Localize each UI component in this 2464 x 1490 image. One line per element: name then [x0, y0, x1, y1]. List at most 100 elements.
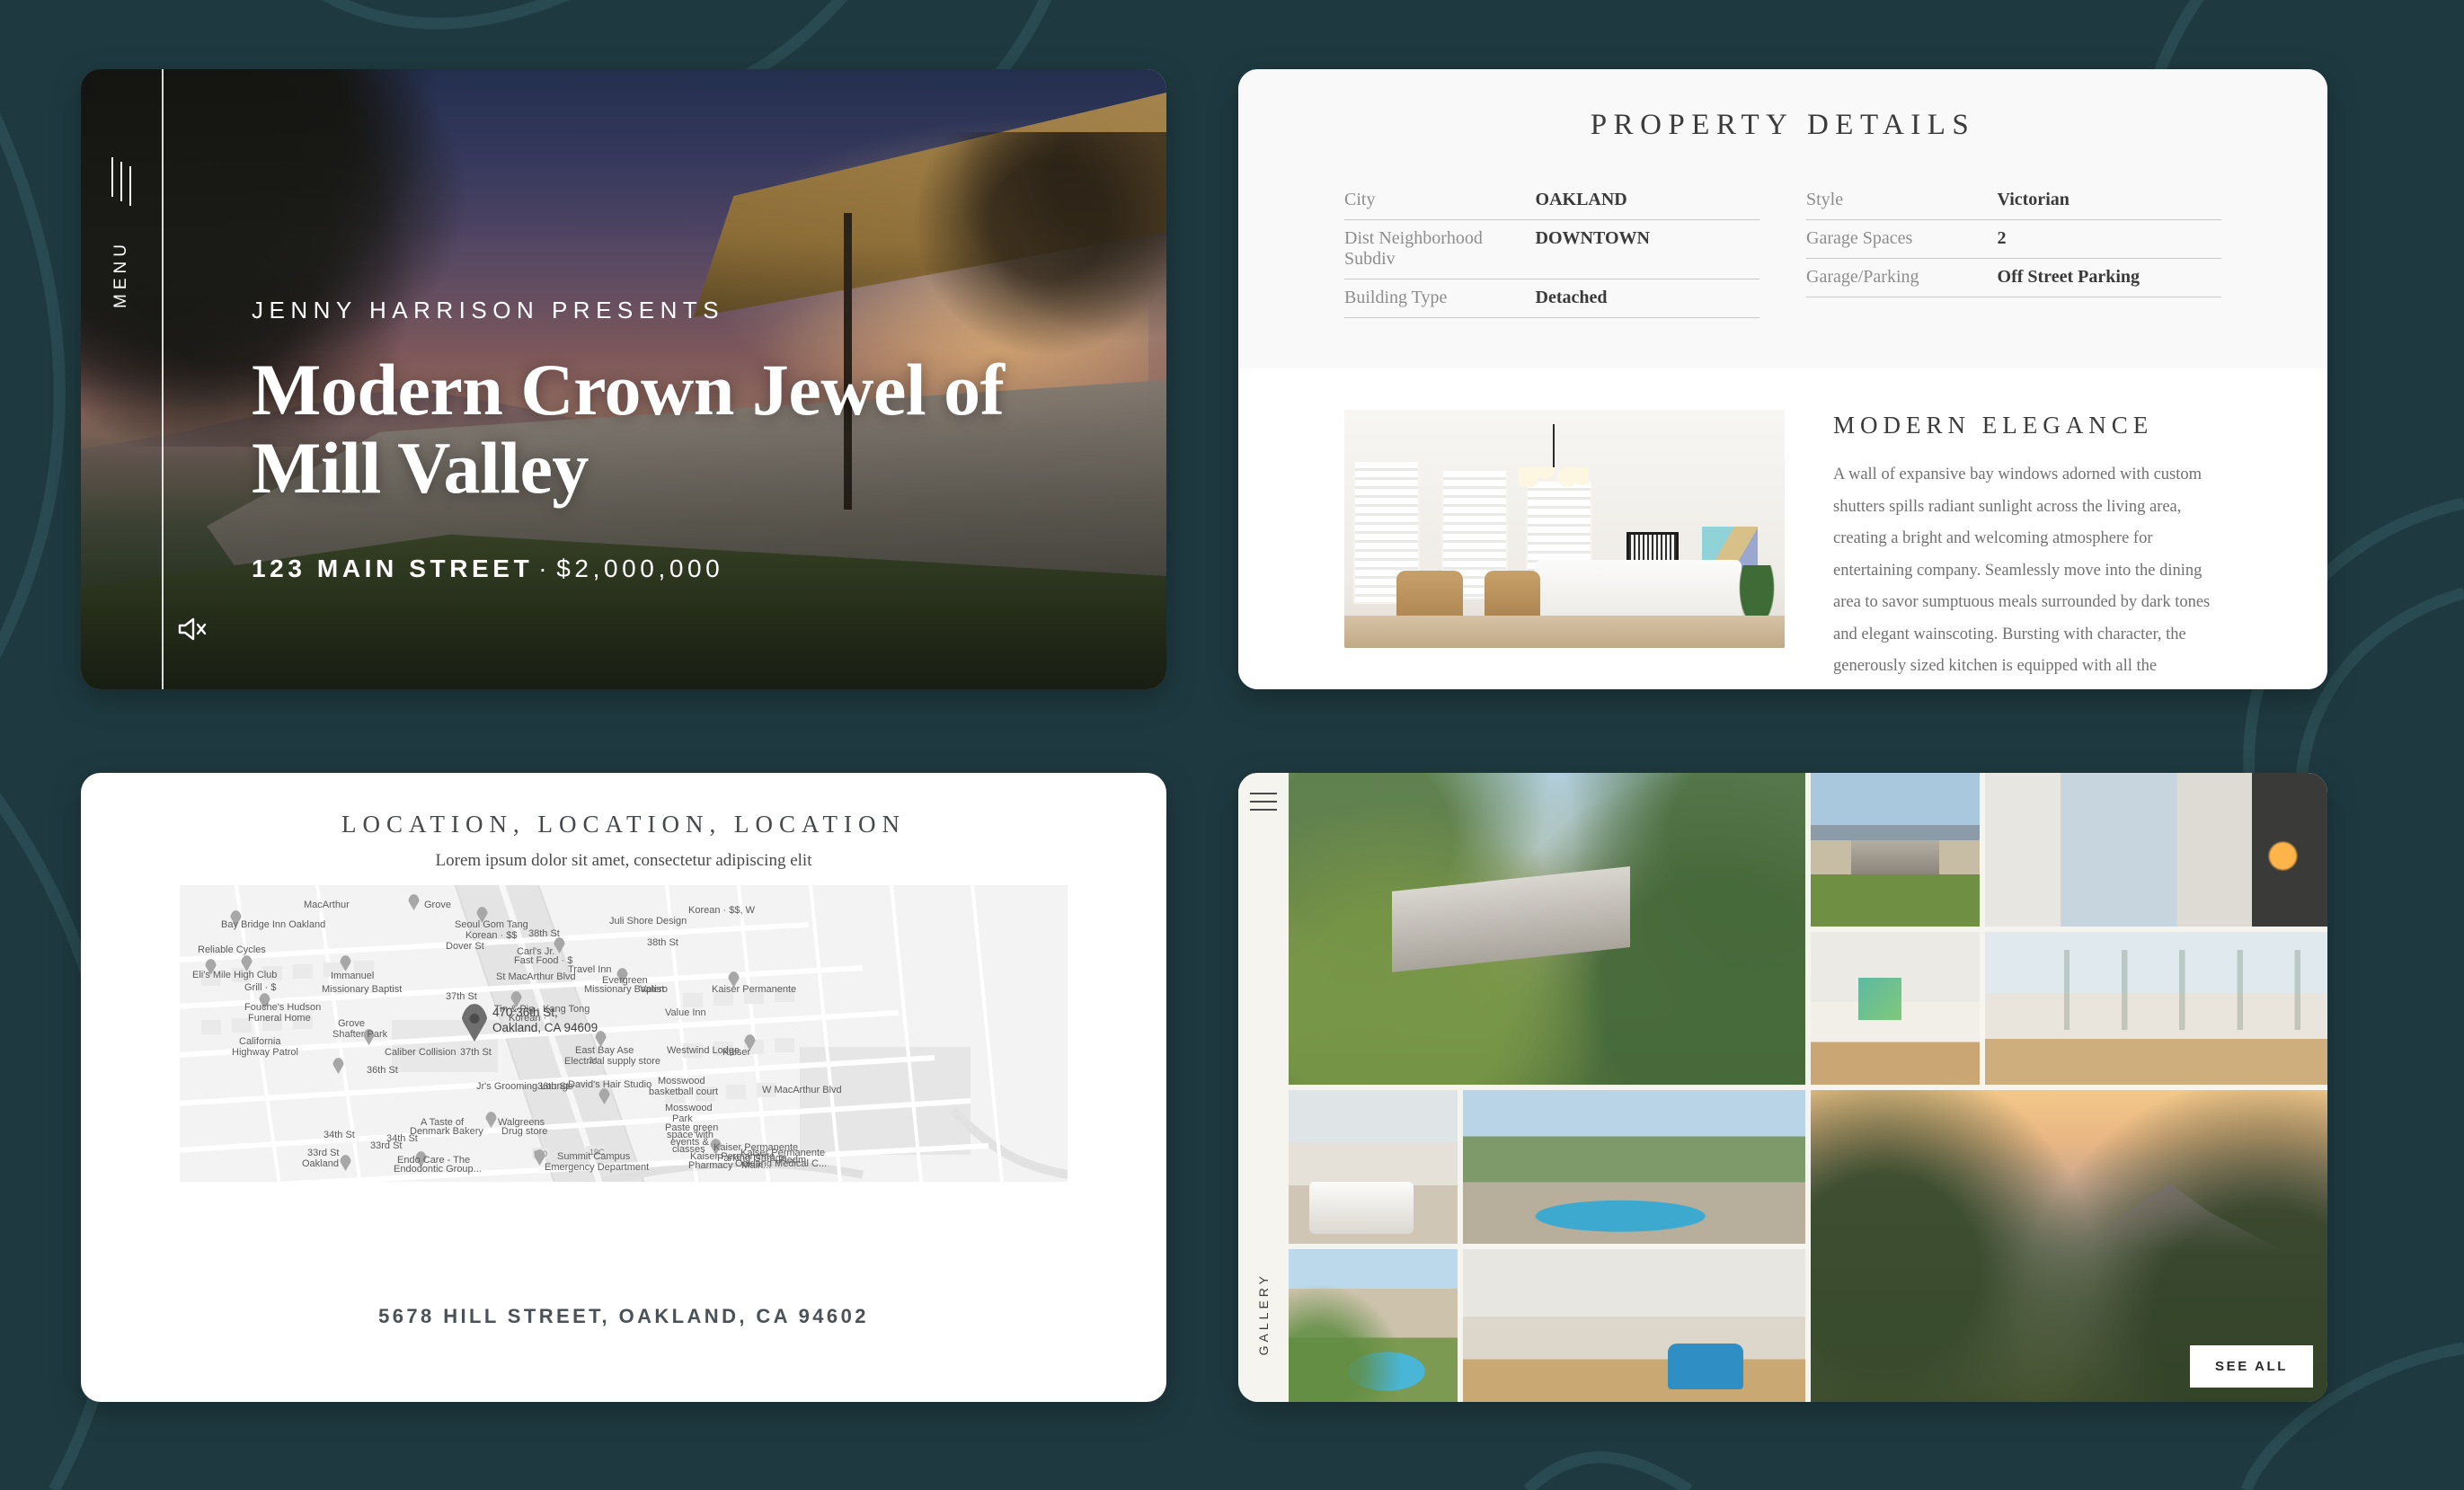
hero-kicker: JENNY HARRISON PRESENTS [252, 297, 725, 324]
location-title: LOCATION, LOCATION, LOCATION [341, 811, 906, 838]
detail-value: Detached [1535, 288, 1608, 307]
location-subtitle: Lorem ipsum dolor sit amet, consectetur … [435, 851, 812, 870]
hero-address-price: 123 MAIN STREET · $2,000,000 [252, 554, 1060, 583]
hero-separator: · [538, 554, 552, 582]
map-poi-label: Missionary Baptist [322, 984, 403, 995]
detail-value: OAKLAND [1535, 190, 1627, 209]
page-title: Modern Crown Jewel of Mill Valley [252, 349, 1005, 510]
bedroom-photo[interactable] [1289, 1090, 1458, 1244]
map-poi-label: 36th St [537, 1081, 569, 1092]
exterior-pool-photo[interactable] [1289, 1248, 1458, 1402]
map-poi-label: Korean · $$, W [688, 905, 755, 916]
map-poi-label: W MacArthur Blvd [762, 1085, 842, 1095]
location-address: 5678 HILL STREET, OAKLAND, CA 94602 [378, 1305, 869, 1327]
map-poi-label: Emergency Department [545, 1162, 650, 1173]
hero-card: MENU JENNY HARRISON PRESENTS Modern Crow… [81, 69, 1166, 689]
detail-value: 2 [1997, 228, 2007, 248]
details-top-panel: PROPERTY DETAILS City OAKLAND Dist Neigh… [1238, 69, 2327, 368]
table-row: Style Victorian [1806, 182, 2221, 220]
map-poi-label: Juli Shore Design [609, 916, 687, 927]
map-poi-label: Fast Food · $ [514, 955, 573, 966]
map-poi-label: Value Inn [665, 1007, 706, 1018]
map-poi-label: Korean · $$ [465, 930, 518, 941]
map-poi-label: Mosswood [658, 1076, 705, 1086]
see-all-button[interactable]: SEE ALL [2190, 1345, 2313, 1388]
map-poi-label: 38th St [647, 937, 678, 948]
map-poi-label: Dover St [446, 941, 484, 952]
hero-price: $2,000,000 [556, 554, 724, 582]
modern-elegance-text: MODERN ELEGANCE A wall of expansive bay … [1833, 410, 2221, 689]
living-room-photo[interactable] [1462, 1248, 1805, 1402]
map-poi-label: 38th St [528, 928, 560, 939]
table-row: Garage Spaces 2 [1806, 220, 2221, 259]
table-row: Dist Neighborhood Subdiv DOWNTOWN [1344, 220, 1759, 279]
map-poi-label: Korean · [509, 1013, 547, 1024]
section-body: A wall of expansive bay windows adorned … [1833, 466, 2211, 689]
map-poi-label: Funeral Home [248, 1013, 311, 1024]
map-poi-label: 34th St [386, 1133, 418, 1144]
living-room-photo [1344, 410, 1785, 648]
gallery-card: GALLERY SEE ALL [1238, 773, 2327, 1402]
map-poi-label: 36th St [367, 1065, 398, 1076]
aerial-estate-photo[interactable] [1289, 773, 1805, 1085]
map-poi-label: Electrical supply store [564, 1056, 660, 1067]
menu-label[interactable]: MENU [111, 240, 131, 308]
speaker-mute-icon[interactable] [177, 616, 208, 643]
gallery-side-strip[interactable]: GALLERY [1238, 773, 1289, 1402]
details-grid: City OAKLAND Dist Neighborhood Subdiv DO… [1238, 182, 2327, 318]
details-column-left: City OAKLAND Dist Neighborhood Subdiv DO… [1344, 182, 1759, 318]
kitchen-photo[interactable] [1811, 931, 1980, 1085]
map-poi-label: Valero [640, 984, 668, 995]
map-poi-label: Denmark Bakery [410, 1126, 483, 1137]
map-poi-label: 37th St [460, 1047, 492, 1058]
detail-label: City [1344, 190, 1376, 209]
map-poi-label: Grill · $ [244, 982, 277, 993]
map-poi-label: Bay Bridge Inn Oakland [221, 919, 326, 930]
map-poi-label: Kaiser Permanente [713, 1142, 799, 1153]
hamburger-icon[interactable] [1250, 793, 1277, 817]
hero-menu-strip[interactable]: MENU [81, 69, 164, 689]
detail-value: Victorian [1997, 190, 2070, 209]
details-title: PROPERTY DETAILS [1590, 109, 1976, 141]
hero-text-block: JENNY HARRISON PRESENTS Modern Crown Jew… [252, 297, 1060, 583]
map-poi-label: Parking Garage [717, 1153, 787, 1164]
map-poi-label: Grove [338, 1018, 365, 1029]
table-row: Garage/Parking Off Street Parking [1806, 259, 2221, 297]
chandelier-icon [1519, 424, 1589, 487]
location-card: LOCATION, LOCATION, LOCATION Lorem ipsum… [81, 773, 1166, 1402]
map-poi-label: Shafter Park [332, 1029, 388, 1040]
detail-label: Style [1806, 190, 1844, 209]
section-title: MODERN ELEGANCE [1833, 412, 2154, 439]
map-poi-label: East Bay Ase [575, 1045, 634, 1056]
map-poi-label: Eli's Mile High Club [192, 970, 278, 980]
detail-value: DOWNTOWN [1535, 228, 1650, 248]
map-poi-label: Fouche's Hudson [244, 1002, 322, 1013]
pool-overlook-photo[interactable] [1462, 1090, 1805, 1244]
map-poi-label: basketball court [649, 1086, 719, 1097]
sunroom-dining-photo[interactable] [1984, 931, 2327, 1085]
property-details-card: PROPERTY DETAILS City OAKLAND Dist Neigh… [1238, 69, 2327, 689]
hero-street-address: 123 MAIN STREET [252, 554, 534, 582]
map-poi-label: Caliber Collision [385, 1047, 456, 1058]
table-row: City OAKLAND [1344, 182, 1759, 220]
modern-elegance-section: MODERN ELEGANCE A wall of expansive bay … [1238, 368, 2327, 689]
map-poi-label: Immanuel [331, 971, 375, 981]
map-poi-label: California [239, 1036, 281, 1047]
map-poi-label: MacArthur [304, 900, 350, 910]
detail-label: Building Type [1344, 288, 1448, 307]
map-poi-label: Kaiser [722, 1047, 751, 1058]
table-row: Building Type Detached [1344, 279, 1759, 318]
map-poi-label: Summit Campus [557, 1151, 631, 1162]
detail-value: Off Street Parking [1997, 267, 2140, 287]
map-poi-label: Reliable Cycles [198, 945, 266, 955]
detail-label: Garage/Parking [1806, 267, 1919, 287]
hamburger-icon[interactable] [111, 157, 131, 206]
detail-label: Garage Spaces [1806, 228, 1913, 248]
map-poi-label: David's Hair Studio [568, 1079, 652, 1090]
gallery-grid [1289, 773, 2327, 1402]
map-poi-label: 34th St [324, 1130, 355, 1140]
terrace-mountain-view-photo[interactable] [1811, 773, 1980, 927]
fireplace-lounge-photo[interactable] [1984, 773, 2327, 927]
map-container[interactable]: 24 580 19C 470 36th St, Oakland, CA 9460… [180, 885, 1068, 1182]
map-poi-label: Highway Patrol [232, 1047, 298, 1058]
